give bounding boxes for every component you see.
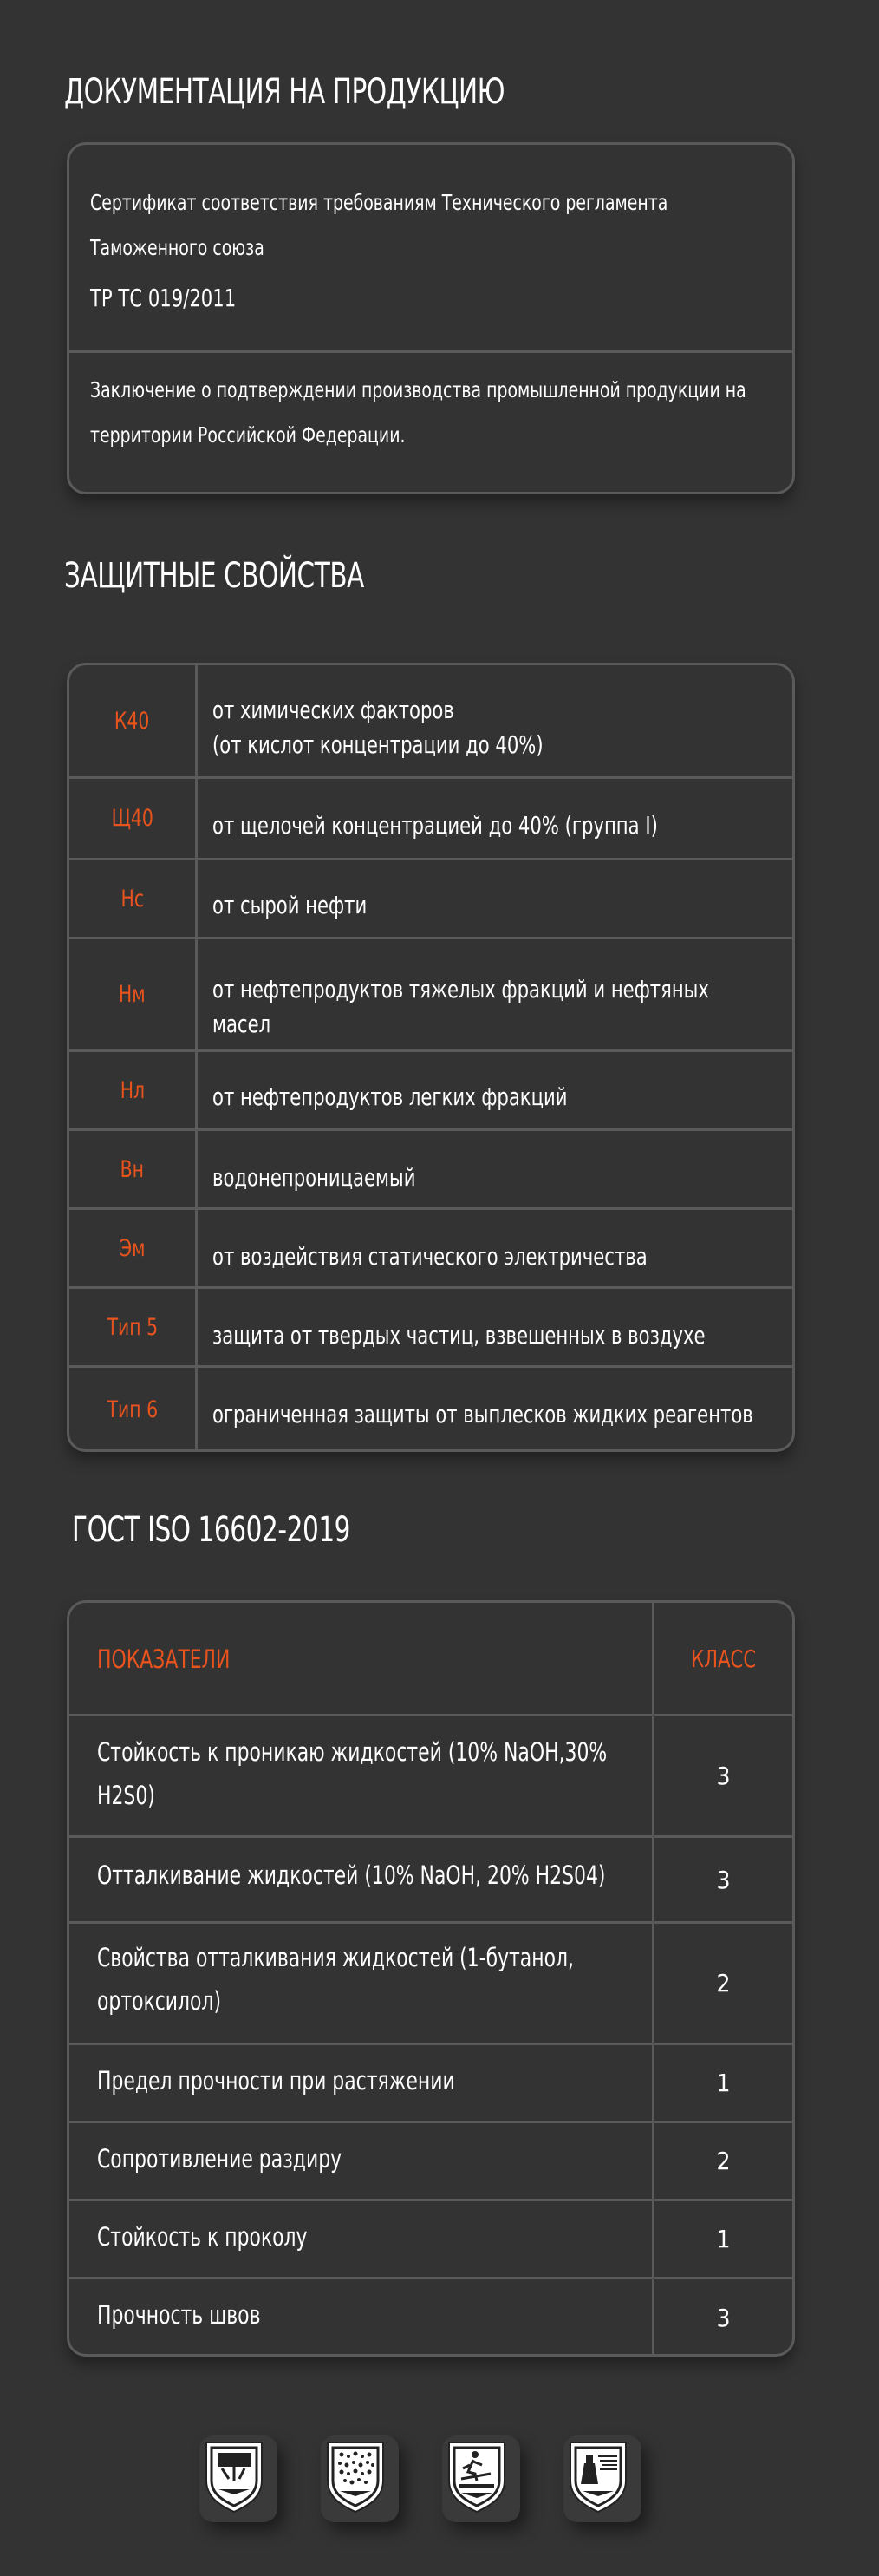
- gost-indicator: Сопротивление раздиру: [97, 2123, 641, 2199]
- protective-code: Нм: [119, 981, 146, 1008]
- protective-description-line1: от нефтепродуктов легких фракций: [212, 1082, 568, 1111]
- protective-description-line1: от сырой нефти: [212, 891, 368, 919]
- protective-code: Нс: [120, 885, 144, 912]
- gost-indicator-line1: Стойкость к проколу: [97, 2222, 308, 2252]
- documentation-divider: [69, 350, 792, 353]
- column-divider: [195, 860, 198, 937]
- particles-shield-icon: [321, 2435, 399, 2522]
- column-divider: [195, 939, 198, 1049]
- documentation-title: ДОКУМЕНТАЦИЯ НА ПРОДУКЦИЮ: [64, 72, 505, 112]
- protective-description-line1: от нефтепродуктов тяжелых фракций и нефт…: [212, 975, 709, 1004]
- protective-description-line1: от воздействия статического электричеств…: [212, 1242, 648, 1271]
- protective-description-line1: водонепроницаемый: [212, 1163, 416, 1192]
- gost-indicator: Свойства отталкивания жидкостей (1-бутан…: [97, 1924, 641, 2043]
- gost-header-row: ПОКАЗАТЕЛИ КЛАСС: [69, 1603, 792, 1714]
- gost-indicator-line2: H2S0): [97, 1781, 155, 1810]
- column-divider: [195, 1289, 198, 1365]
- spray-protection-shield-icon: [563, 2435, 641, 2522]
- protective-code: Нл: [120, 1076, 145, 1104]
- protective-row: Щ40 от щелочей концентрацией до 40% (гру…: [69, 776, 792, 858]
- gost-row: Прочность швов 3: [69, 2277, 792, 2354]
- certificate-code: ТР ТС 019/2011: [90, 284, 237, 312]
- protective-code: К40: [114, 707, 150, 735]
- protective-row: Эм от воздействия статического электриче…: [69, 1207, 792, 1286]
- protective-row: Вн водонепроницаемый: [69, 1128, 792, 1207]
- protective-description: от щелочей концентрацией до 40% (группа …: [212, 779, 785, 858]
- conclusion-text-line2: территории Российской Федерации.: [90, 422, 406, 448]
- column-divider: [195, 779, 198, 858]
- gost-indicator-line1: Стойкость к проникаю жидкостей (10% NaOH…: [97, 1737, 608, 1767]
- column-divider: [195, 1131, 198, 1207]
- certificate-text-line2: Таможенного союза: [90, 235, 264, 260]
- gost-indicator-line2: ортоксилол): [97, 1986, 221, 2016]
- gost-header-class: КЛАСС: [691, 1644, 756, 1673]
- documentation-card: Сертификат соответствия требованиям Техн…: [67, 142, 795, 494]
- gost-class-value: 2: [716, 2147, 731, 2175]
- protective-description: от химических факторов (от кислот концен…: [212, 665, 785, 776]
- gost-class-value: 1: [716, 2069, 731, 2097]
- gost-indicator: Стойкость к проколу: [97, 2201, 641, 2277]
- protective-description-line2: (от кислот концентрации до 40%): [212, 730, 544, 759]
- protective-description-line1: защита от твердых частиц, взвешенных в в…: [212, 1321, 706, 1350]
- gost-indicator: Предел прочности при растяжении: [97, 2045, 641, 2121]
- gost-row: Сопротивление раздиру 2: [69, 2121, 792, 2199]
- protective-description: ограниченная защиты от выплесков жидких …: [212, 1368, 785, 1449]
- column-divider: [195, 1210, 198, 1286]
- protective-description-line1: от щелочей концентрацией до 40% (группа …: [212, 811, 658, 840]
- protective-code: Щ40: [111, 805, 153, 832]
- gost-row: Свойства отталкивания жидкостей (1-бутан…: [69, 1921, 792, 2043]
- gost-row: Стойкость к проникаю жидкостей (10% NaOH…: [69, 1714, 792, 1835]
- column-divider: [195, 1368, 198, 1449]
- gost-class-value: 3: [716, 1762, 731, 1790]
- gost-indicator-line1: Предел прочности при растяжении: [97, 2066, 455, 2095]
- conclusion-text: Заключение о подтверждении производства …: [90, 377, 746, 402]
- gost-indicator-line1: Прочность швов: [97, 2300, 261, 2330]
- protective-code: Эм: [119, 1234, 146, 1262]
- certificate-text: Сертификат соответствия требованиям Техн…: [90, 190, 668, 215]
- gost-title: ГОСТ ISO 16602-2019: [72, 1510, 351, 1550]
- gost-class-value: 1: [716, 2225, 731, 2253]
- gost-indicator-line1: Свойства отталкивания жидкостей (1-бутан…: [97, 1943, 574, 1972]
- protective-description: от сырой нефти: [212, 860, 785, 937]
- liquid-splash-shield-icon: [199, 2435, 277, 2522]
- protective-description-line1: ограниченная защиты от выплесков жидких …: [212, 1400, 753, 1429]
- gost-class-value: 3: [716, 2304, 731, 2332]
- gost-indicator-line1: Отталкивание жидкостей (10% NaOH, 20% H2…: [97, 1860, 606, 1890]
- protective-row: Нл от нефтепродуктов легких фракций: [69, 1049, 792, 1128]
- gost-indicator-line1: Сопротивление раздиру: [97, 2144, 342, 2174]
- protective-row: К40 от химических факторов (от кислот ко…: [69, 665, 792, 776]
- column-divider: [195, 1052, 198, 1128]
- protective-description: защита от твердых частиц, взвешенных в в…: [212, 1289, 785, 1365]
- protective-table: К40 от химических факторов (от кислот ко…: [67, 663, 795, 1452]
- protective-description-line2: масел: [212, 1010, 271, 1038]
- gost-row: Отталкивание жидкостей (10% NaOH, 20% H2…: [69, 1835, 792, 1921]
- protective-description: от нефтепродуктов тяжелых фракций и нефт…: [212, 939, 785, 1049]
- protective-description: от воздействия статического электричеств…: [212, 1210, 785, 1286]
- protective-code: Тип 5: [107, 1313, 158, 1341]
- chemical-hazard-shield-icon: [442, 2435, 520, 2522]
- gost-indicator: Прочность швов: [97, 2279, 641, 2354]
- gost-row: Предел прочности при растяжении 1: [69, 2043, 792, 2121]
- protective-row: Тип 6 ограниченная защиты от выплесков ж…: [69, 1365, 792, 1449]
- gost-table: ПОКАЗАТЕЛИ КЛАСС Стойкость к проникаю жи…: [67, 1600, 795, 2357]
- protective-description-line1: от химических факторов: [212, 696, 454, 724]
- gost-indicator: Отталкивание жидкостей (10% NaOH, 20% H2…: [97, 1838, 641, 1921]
- gost-header-indicator: ПОКАЗАТЕЛИ: [97, 1644, 231, 1674]
- gost-class-value: 2: [716, 1969, 731, 1997]
- protective-row: Нм от нефтепродуктов тяжелых фракций и н…: [69, 937, 792, 1049]
- protective-title: ЗАЩИТНЫЕ СВОЙСТВА: [64, 556, 364, 596]
- protective-description: от нефтепродуктов легких фракций: [212, 1052, 785, 1128]
- protective-code: Вн: [120, 1155, 145, 1183]
- column-divider: [195, 665, 198, 776]
- protective-description: водонепроницаемый: [212, 1131, 785, 1207]
- protective-code: Тип 6: [107, 1396, 158, 1423]
- gost-row: Стойкость к проколу 1: [69, 2199, 792, 2277]
- gost-class-value: 3: [716, 1865, 731, 1894]
- protective-row: Тип 5 защита от твердых частиц, взвешенн…: [69, 1286, 792, 1365]
- gost-indicator: Стойкость к проникаю жидкостей (10% NaOH…: [97, 1716, 641, 1835]
- protective-row: Нс от сырой нефти: [69, 858, 792, 937]
